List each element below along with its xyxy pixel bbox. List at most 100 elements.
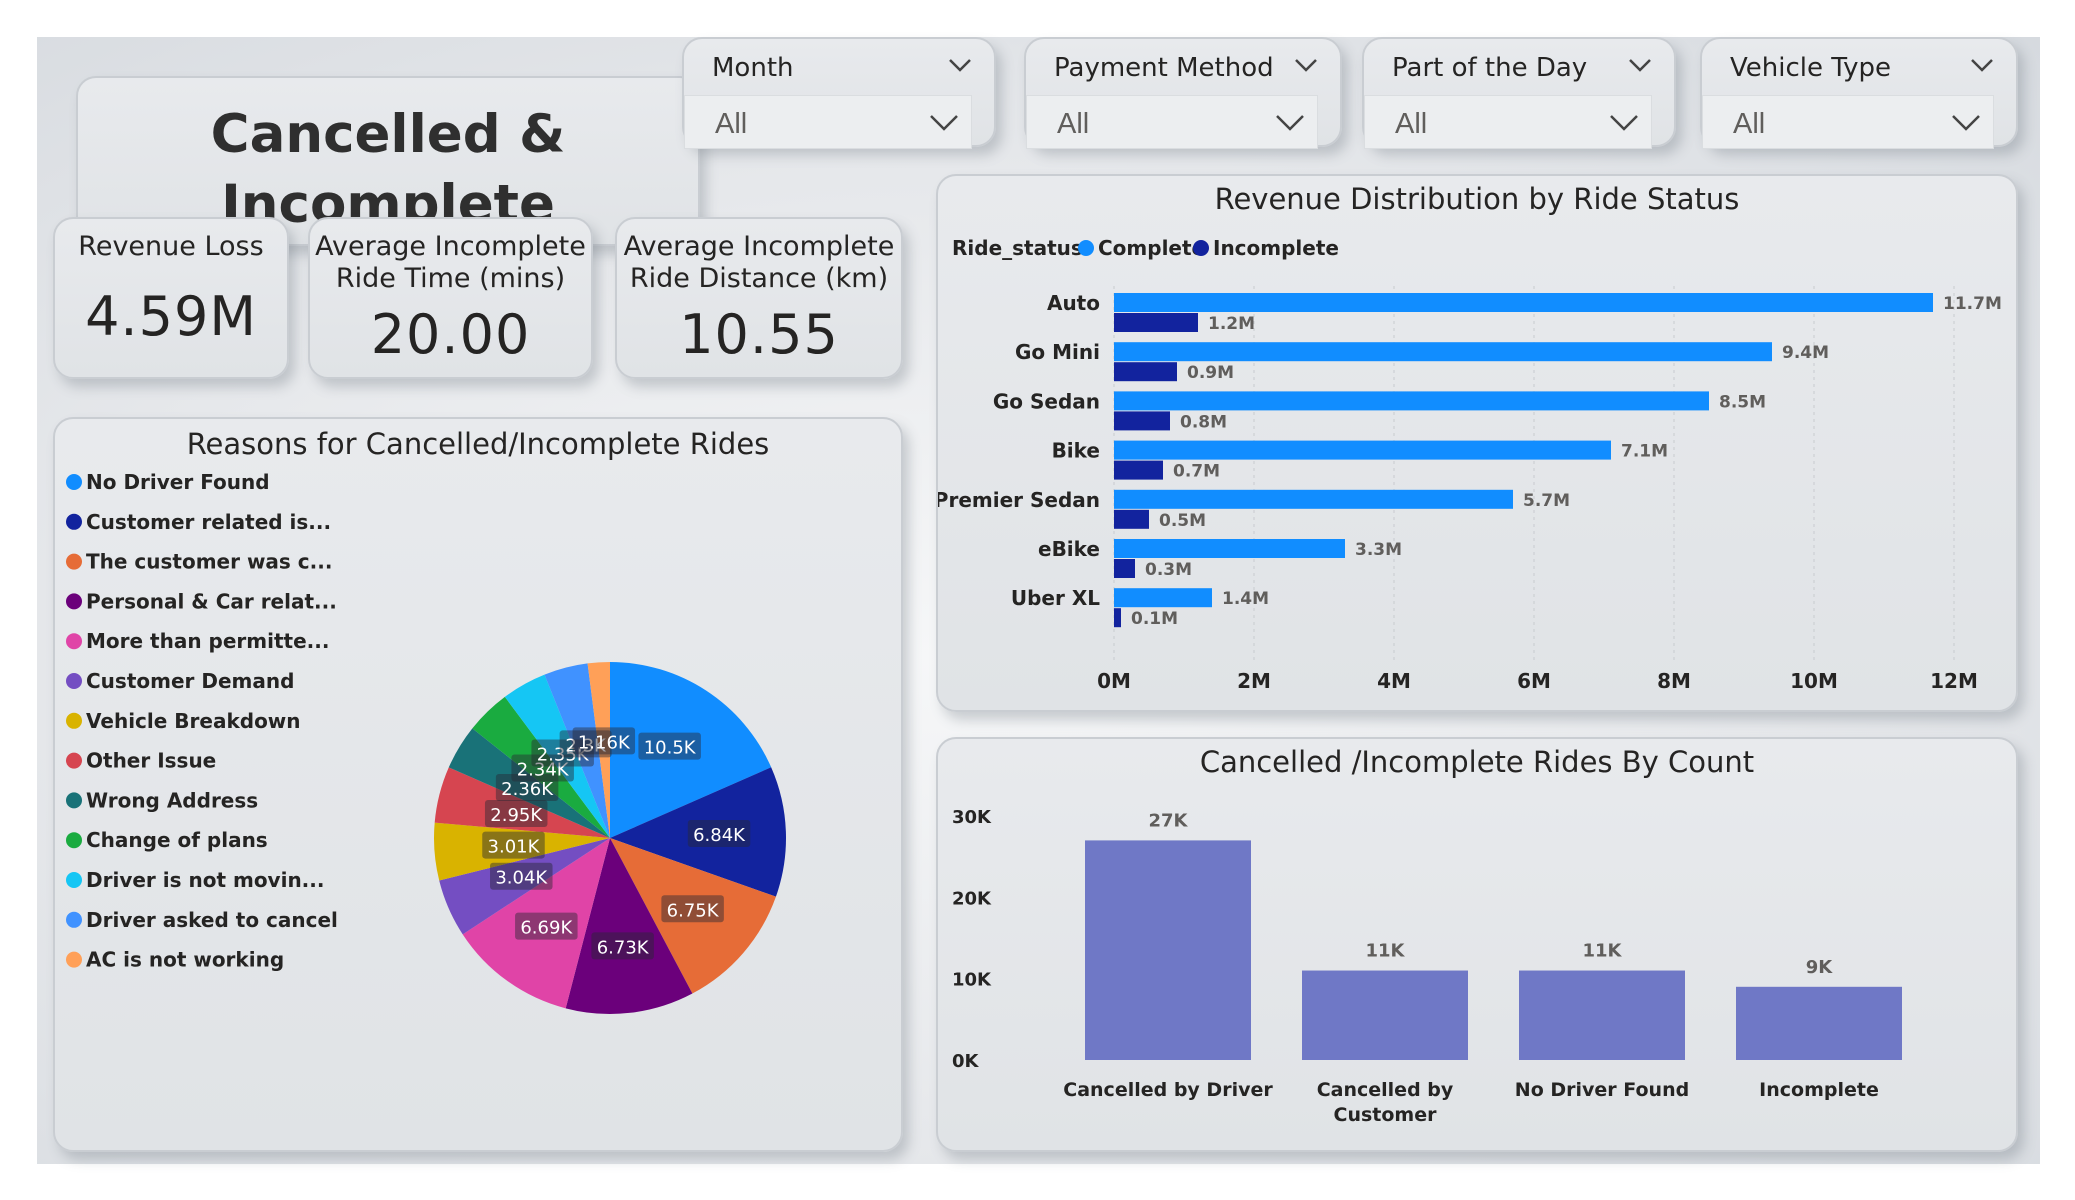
legend-marker (66, 911, 82, 928)
bar-complete (1114, 489, 1513, 509)
x-tick-label: Cancelled by (1317, 1079, 1454, 1101)
slicer-month-label: Month (712, 53, 794, 83)
legend-item: Other Issue (86, 749, 216, 773)
slicer-month[interactable]: Month All (682, 37, 996, 149)
chevron-down-icon[interactable] (948, 57, 972, 73)
bar-incomplete (1114, 460, 1163, 480)
chevron-down-icon[interactable] (1970, 57, 1994, 73)
legend-item: Wrong Address (86, 788, 258, 812)
slicer-vehicle-type-value: All (1733, 108, 1766, 140)
data-label: 3.01K (488, 837, 541, 858)
legend-marker (66, 474, 82, 490)
slicer-vehicle-type-dropdown[interactable]: All (1702, 95, 1994, 149)
x-tick-label: 12M (1930, 669, 1978, 693)
slicer-vehicle-type-label: Vehicle Type (1730, 53, 1891, 83)
data-label: 6.84K (693, 825, 746, 846)
data-label: 0.7M (1173, 462, 1220, 482)
data-label: 1.16K (578, 732, 631, 753)
kpi-label-line1: Average Incomplete (623, 231, 895, 262)
slicer-month-value: All (715, 108, 748, 140)
slicer-payment-method-label: Payment Method (1054, 53, 1274, 83)
legend-item: Customer Demand (86, 669, 294, 693)
legend-item: Complete (1098, 236, 1205, 260)
data-label: 6.69K (520, 918, 573, 939)
data-label: 6.73K (597, 937, 650, 958)
data-label: 27K (1149, 810, 1189, 831)
legend-item: Customer related is... (86, 510, 331, 534)
x-tick-label: 10M (1790, 669, 1838, 693)
x-tick-label: No Driver Found (1515, 1079, 1689, 1101)
bar-incomplete (1114, 411, 1170, 431)
legend-marker (66, 673, 82, 689)
y-tick-label: eBike (1038, 537, 1100, 561)
chevron-down-icon[interactable] (1951, 112, 1981, 132)
legend-marker (66, 593, 82, 610)
bar-incomplete (1114, 313, 1198, 332)
data-label: 1.4M (1222, 589, 1269, 609)
data-label: 0.8M (1180, 412, 1227, 432)
chevron-down-icon[interactable] (1294, 57, 1318, 73)
bar-complete (1114, 293, 1933, 312)
slicer-payment-method-value: All (1057, 108, 1090, 140)
kpi-label-line1: Revenue Loss (78, 231, 264, 262)
slicer-payment-method[interactable]: Payment Method All (1024, 37, 1342, 149)
data-label: 0.1M (1131, 609, 1178, 629)
data-label: 7.1M (1621, 442, 1668, 462)
bar-complete (1114, 440, 1611, 460)
legend-marker (66, 752, 82, 769)
x-tick-label: Customer (1334, 1104, 1438, 1126)
chevron-down-icon[interactable] (929, 112, 959, 132)
slicer-part-of-day-dropdown[interactable]: All (1364, 95, 1652, 149)
chevron-down-icon[interactable] (1609, 112, 1639, 132)
data-label: 11K (1366, 941, 1406, 962)
legend-item: Change of plans (86, 828, 268, 852)
data-label: 11.7M (1943, 294, 2002, 314)
data-label: 2.36K (501, 779, 554, 800)
data-label: 10.5K (644, 738, 697, 759)
x-tick-label: Incomplete (1759, 1079, 1879, 1101)
legend-item: Driver asked to cancel (86, 908, 338, 932)
kpi-revenue-loss: Revenue Loss 4.59M (53, 217, 289, 379)
x-tick-label: 8M (1657, 669, 1691, 693)
data-label: 3.04K (495, 868, 548, 889)
legend-marker (66, 513, 82, 530)
legend-title: Ride_status (952, 236, 1083, 260)
x-tick-label: 6M (1517, 669, 1551, 693)
legend-item: Vehicle Breakdown (86, 709, 301, 733)
legend-marker (1193, 240, 1209, 256)
data-label: 11K (1583, 941, 1623, 962)
y-tick-label: 0K (952, 1051, 980, 1072)
bar-incomplete (1114, 509, 1149, 529)
chevron-down-icon[interactable] (1275, 112, 1305, 132)
chevron-down-icon[interactable] (1628, 57, 1652, 73)
data-label: 0.5M (1159, 511, 1206, 531)
y-tick-label: 30K (952, 807, 992, 828)
legend-marker (66, 832, 82, 849)
slicer-payment-method-dropdown[interactable]: All (1026, 95, 1318, 149)
y-tick-label: Go Sedan (993, 389, 1100, 413)
legend-item: No Driver Found (86, 470, 270, 494)
slicer-part-of-day-label: Part of the Day (1392, 53, 1588, 83)
legend-item: More than permitte... (86, 629, 329, 653)
count-bar (1519, 970, 1685, 1060)
dashboard-canvas: Cancelled & Incomplete Rides Month All P… (37, 37, 2040, 1164)
legend-marker (66, 792, 82, 809)
kpi-avg-incomplete-time-label: Average Incomplete Ride Time (mins) (310, 231, 591, 295)
bar-complete (1114, 588, 1212, 608)
slicer-month-dropdown[interactable]: All (684, 95, 972, 149)
data-label: 6.75K (667, 900, 720, 921)
data-label: 1.2M (1208, 314, 1255, 334)
slicer-vehicle-type[interactable]: Vehicle Type All (1700, 37, 2018, 149)
x-tick-label: 0M (1097, 669, 1131, 693)
legend-marker (1078, 240, 1094, 256)
legend-item: Personal & Car relat... (86, 589, 337, 613)
bar-complete (1114, 539, 1345, 558)
y-tick-label: Auto (1047, 291, 1100, 315)
revenue-bar-chart: Ride_status Complete Incomplete 0M 2M 4M 6M 8M 1… (938, 236, 2002, 693)
data-label: 9.4M (1782, 343, 1829, 363)
pie-chart-card: Reasons for Cancelled/Incomplete Rides N… (53, 417, 903, 1152)
x-tick-label: 2M (1237, 669, 1271, 693)
slicer-part-of-day[interactable]: Part of the Day All (1362, 37, 1676, 149)
data-label: 0.9M (1187, 363, 1234, 383)
kpi-avg-incomplete-distance-value: 10.55 (679, 303, 839, 366)
